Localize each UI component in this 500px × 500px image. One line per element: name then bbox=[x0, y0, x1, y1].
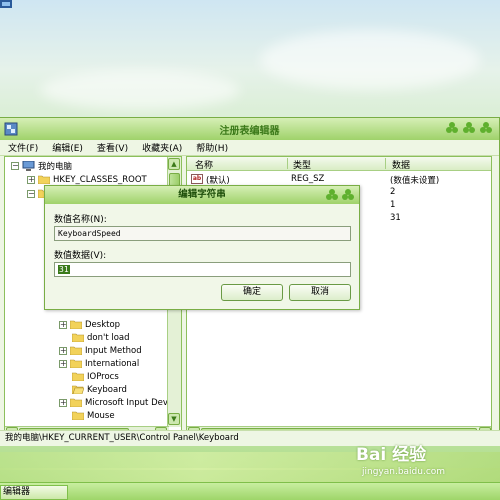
value-data: (数值未设置) bbox=[390, 176, 440, 186]
tree-item-my-computer[interactable]: − 我的电脑 bbox=[11, 159, 72, 172]
value-name-label: 数值名称(N): bbox=[54, 215, 107, 225]
tree-item-label: Desktop bbox=[85, 319, 121, 330]
tree-item-label: Mouse bbox=[87, 410, 115, 421]
open-folder-icon bbox=[72, 385, 84, 394]
value-data-label: 数值数据(V): bbox=[54, 251, 107, 261]
watermark-logo: Bai 经验 bbox=[356, 445, 427, 465]
tree-item-mouse[interactable]: Mouse bbox=[72, 409, 115, 422]
registry-app-icon[interactable] bbox=[4, 122, 18, 136]
tree-item-label: don't load bbox=[87, 332, 130, 343]
menu-file[interactable]: 文件(F) bbox=[8, 141, 38, 154]
help-clover-icon[interactable] bbox=[325, 188, 339, 202]
value-data: 2 bbox=[390, 187, 396, 197]
expand-icon[interactable]: + bbox=[59, 320, 67, 329]
taskbar-item-registry-editor[interactable]: 编辑器 bbox=[0, 485, 68, 500]
column-header-data[interactable]: 数据 bbox=[392, 158, 410, 171]
tree-item-desktop[interactable]: + Desktop bbox=[59, 318, 120, 331]
expand-icon[interactable]: + bbox=[59, 398, 67, 407]
collapse-icon[interactable]: − bbox=[27, 189, 35, 198]
value-type: REG_SZ bbox=[291, 174, 325, 184]
desktop-cloud bbox=[260, 30, 480, 90]
folder-icon bbox=[70, 359, 82, 368]
expand-icon[interactable]: + bbox=[59, 346, 67, 355]
tree-item-keyboard[interactable]: Keyboard bbox=[72, 383, 127, 396]
menu-edit[interactable]: 编辑(E) bbox=[52, 141, 83, 154]
expand-icon[interactable]: + bbox=[27, 175, 35, 184]
desktop-cloud bbox=[40, 70, 240, 110]
string-value-icon: ab bbox=[191, 174, 203, 184]
menu-help[interactable]: 帮助(H) bbox=[196, 141, 228, 154]
selected-text: 31 bbox=[58, 265, 70, 274]
column-separator[interactable] bbox=[385, 158, 386, 169]
expand-icon[interactable]: + bbox=[59, 359, 67, 368]
value-data-field[interactable]: 31 bbox=[54, 262, 351, 277]
column-separator[interactable] bbox=[287, 158, 288, 169]
value-data: 1 bbox=[390, 200, 396, 210]
column-header-type[interactable]: 类型 bbox=[293, 158, 311, 171]
collapse-icon[interactable]: − bbox=[11, 161, 19, 170]
folder-icon bbox=[38, 175, 50, 184]
tree-item-label: International bbox=[85, 358, 140, 369]
watermark-url: jingyan.baidu.com bbox=[362, 467, 446, 477]
dialog-title-bar[interactable]: 编辑字符串 bbox=[45, 186, 359, 204]
taskbar: 编辑器 bbox=[0, 482, 500, 500]
tree-item-international[interactable]: + International bbox=[59, 357, 139, 370]
menu-view[interactable]: 查看(V) bbox=[97, 141, 128, 154]
minimize-clover-icon[interactable] bbox=[445, 121, 459, 135]
tree-item-dont-load[interactable]: don't load bbox=[72, 331, 130, 344]
close-clover-icon[interactable] bbox=[341, 188, 355, 202]
cancel-button[interactable]: 取消 bbox=[289, 284, 351, 301]
close-clover-icon[interactable] bbox=[479, 121, 493, 135]
edit-string-dialog: 编辑字符串 数值名称(N): KeyboardSpeed 数值数据(V): 31… bbox=[44, 185, 360, 310]
folder-icon bbox=[72, 333, 84, 342]
folder-icon bbox=[70, 320, 82, 329]
column-header-name[interactable]: 名称 bbox=[195, 158, 213, 171]
tree-item-microsoft-input-devices[interactable]: + Microsoft Input Devi bbox=[59, 396, 170, 409]
values-column-header: 名称 类型 数据 bbox=[187, 157, 491, 171]
folder-icon bbox=[72, 411, 84, 420]
tree-item-ioprocs[interactable]: IOProcs bbox=[72, 370, 119, 383]
ok-button[interactable]: 确定 bbox=[221, 284, 283, 301]
dialog-title: 编辑字符串 bbox=[178, 189, 226, 200]
menu-bar: 文件(F) 编辑(E) 查看(V) 收藏夹(A) 帮助(H) bbox=[0, 140, 499, 156]
dialog-controls bbox=[325, 188, 355, 202]
maximize-clover-icon[interactable] bbox=[462, 121, 476, 135]
tree-item-label: IOProcs bbox=[87, 371, 119, 382]
folder-icon bbox=[70, 346, 82, 355]
folder-icon bbox=[70, 398, 82, 407]
scroll-up-icon[interactable]: ▲ bbox=[168, 158, 180, 170]
tree-item-label: 我的电脑 bbox=[38, 161, 73, 172]
window-title-bar[interactable]: 注册表编辑器 bbox=[0, 118, 499, 140]
value-name-field[interactable]: KeyboardSpeed bbox=[54, 226, 351, 241]
scroll-down-icon[interactable]: ▼ bbox=[168, 413, 180, 425]
baidu-jingyan-watermark: Bai 经验 jingyan.baidu.com bbox=[356, 440, 496, 486]
menu-favorites[interactable]: 收藏夹(A) bbox=[142, 141, 182, 154]
value-data: 31 bbox=[390, 213, 401, 223]
tree-item-label: Input Method bbox=[85, 345, 142, 356]
tree-item-input-method[interactable]: + Input Method bbox=[59, 344, 142, 357]
tree-item-label: Microsoft Input Devi bbox=[85, 397, 171, 408]
folder-icon bbox=[72, 372, 84, 381]
tree-item-label: Keyboard bbox=[87, 384, 127, 395]
computer-icon bbox=[22, 160, 35, 171]
window-controls bbox=[445, 121, 493, 135]
desktop-icon[interactable] bbox=[0, 0, 14, 10]
tree-item-label: HKEY_CLASSES_ROOT bbox=[53, 174, 147, 185]
window-title: 注册表编辑器 bbox=[219, 125, 280, 137]
